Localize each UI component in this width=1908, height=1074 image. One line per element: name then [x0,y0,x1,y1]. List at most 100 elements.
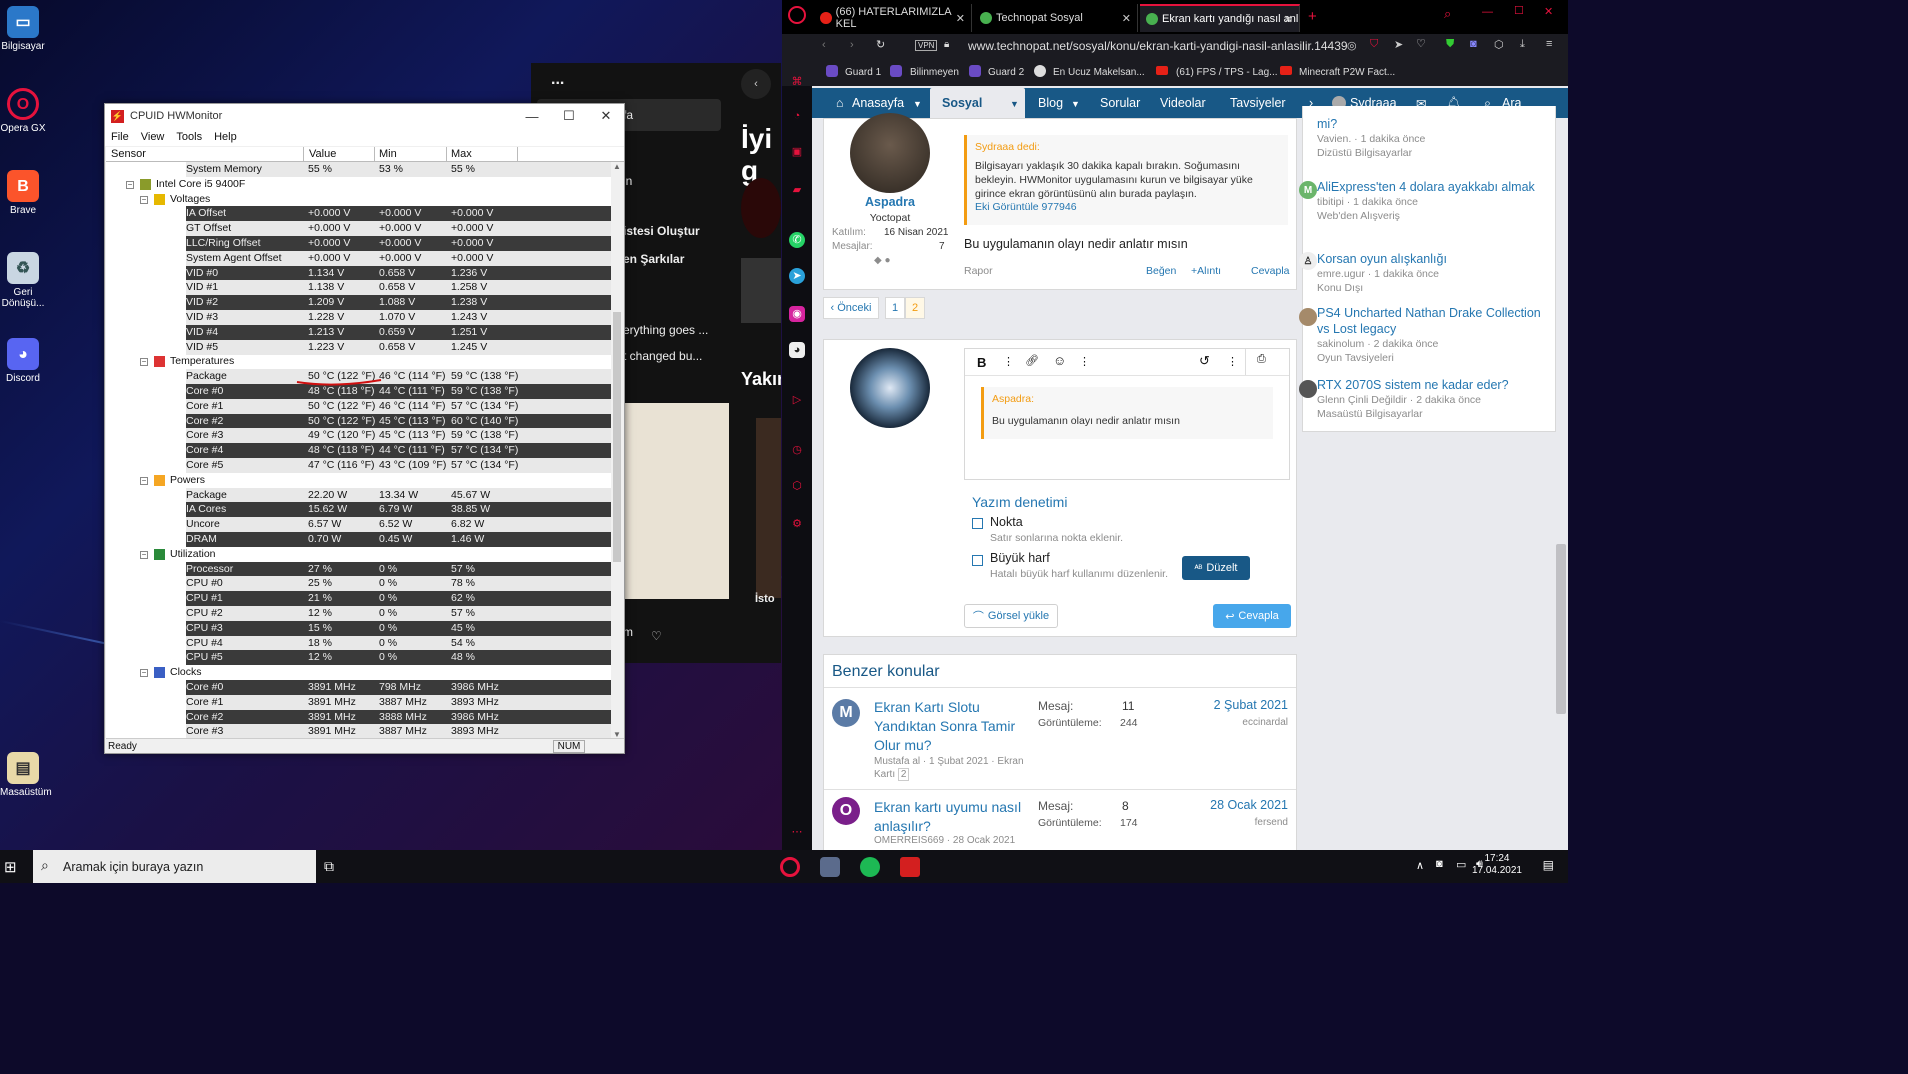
column-sensor[interactable]: Sensor [111,148,146,160]
maximize-button[interactable]: ☐ [550,104,588,128]
column-value[interactable]: Value [309,148,336,160]
sensor-row[interactable]: Core #1 50 °C (122 °F) 46 °C (114 °F) 57 °C… [106,398,612,414]
gamepad-tray-icon[interactable]: ◙ [1436,858,1443,870]
liked-songs-link[interactable]: en Şarkılar [623,252,684,266]
column-max[interactable]: Max [451,148,472,160]
system-clock[interactable]: 17:24 17.04.2021 [1472,853,1522,877]
sensor-row[interactable]: VID #1 1.138 V 0.658 V 1.258 V [106,280,612,296]
activity-forum[interactable]: Konu Dışı [1317,281,1547,295]
preview-icon[interactable]: ⎙ [1257,353,1266,366]
capitalize-label[interactable]: Büyük harf [990,551,1050,565]
sensor-row[interactable]: Core #5 47 °C (116 °F) 43 °C (109 °F) 57 °C… [106,458,612,473]
bookmark-item[interactable]: Guard 2 [988,67,1024,78]
activity-title[interactable]: PS4 Uncharted Nathan Drake Collection vs… [1317,305,1547,337]
sensor-row[interactable]: System Memory 55 % 53 % 55 % [106,162,612,177]
url-field[interactable]: www.technopat.net/sosyal/konu/ekran-kart… [968,39,1348,53]
tab-youtube[interactable]: (66) HATERLARIMIZLA KEL ✕ [814,4,972,32]
sensor-row[interactable]: Core #4 48 °C (118 °F) 44 °C (111 °F) 57 °C… [106,443,612,459]
windows-start-icon[interactable]: ⊞ [4,858,17,876]
download-icon[interactable]: ⤓ [1520,38,1525,51]
whatsapp-icon[interactable]: ✆ [789,232,805,248]
twitch-icon[interactable]: ▰ [789,182,805,198]
extension-icon[interactable]: ◙ [1470,38,1477,50]
sensor-row[interactable]: GT Offset +0.000 V +0.000 V +0.000 V [106,221,612,237]
opera-gx-taskbar-icon[interactable] [780,857,800,877]
task-view-icon[interactable]: ⧉ [324,858,334,875]
sensor-row[interactable]: Core #2 50 °C (122 °F) 45 °C (113 °F) 60 °C… [106,413,612,429]
gamepad-icon[interactable]: ⌘ [789,74,805,90]
activity-avatar[interactable] [1299,308,1317,326]
bag-icon[interactable]: ▣ [789,144,805,160]
nav-videolar[interactable]: Videolar [1160,96,1206,110]
sensor-group[interactable]: − Voltages [106,192,612,207]
activity-item[interactable]: Korsan oyun alışkanlığı emre.ugur · 1 da… [1317,251,1547,295]
quote-author[interactable]: Sydraaa dedi: [975,141,1280,153]
desktop-icon-recycle-bin[interactable]: ♻ Geri Dönüşü... [0,252,46,309]
speedometer-icon[interactable]: ◔ [789,108,805,124]
sensor-row[interactable]: Core #2 3891 MHz 3888 MHz 3986 MHz [106,709,612,725]
sensor-row[interactable]: Core #0 3891 MHz 798 MHz 3986 MHz [106,680,612,695]
more-options-icon[interactable]: ⋮ [1003,355,1014,368]
reload-icon[interactable]: ↻ [876,38,885,51]
collapse-icon[interactable]: − [140,550,148,559]
sensor-group[interactable]: − Clocks [106,665,612,680]
close-button[interactable]: ✕ [587,104,625,128]
bookmark-item[interactable]: Minecraft P2W Fact... [1299,67,1395,78]
show-hidden-icons-icon[interactable]: ∧ [1416,859,1424,872]
sensor-row[interactable]: System Agent Offset +0.000 V +0.000 V +0.00… [106,250,612,266]
sensor-row[interactable]: VID #0 1.134 V 0.658 V 1.236 V [106,265,612,281]
vpn-badge[interactable]: VPN [915,40,938,51]
vertical-scrollbar[interactable]: ▲ ▼ [611,162,623,739]
sensor-row[interactable]: IA Offset +0.000 V +0.000 V +0.000 V [106,206,612,222]
sensor-group[interactable]: − Temperatures [106,354,612,369]
period-checkbox[interactable] [972,518,983,529]
player-icon[interactable]: ▷ [789,392,805,408]
scrollbar-thumb[interactable] [613,312,621,562]
upload-image-button[interactable]: ⌒ Görsel yükle [964,604,1058,628]
close-tab-icon[interactable]: ✕ [956,12,965,25]
like-button[interactable]: Beğen [1146,265,1176,277]
link-icon[interactable]: 🔗︎ [1025,354,1039,367]
telegram-icon[interactable]: ➤ [789,268,805,284]
prev-page-link[interactable]: ‹ Önceki [823,297,879,319]
bookmark-item[interactable]: Bilinmeyen [910,67,959,78]
activity-avatar[interactable]: ♙ [1299,252,1317,270]
history-icon[interactable]: ◷ [789,442,805,458]
notifications-icon[interactable]: ▤ [1543,858,1554,872]
heart-icon[interactable]: ♡ [651,629,662,643]
submit-reply-button[interactable]: ↩ Cevapla [1213,604,1291,628]
thread-avatar[interactable]: O [832,797,860,825]
collapse-icon[interactable]: − [140,476,148,485]
search-tabs-icon[interactable]: ⌕ [1444,6,1451,22]
menu-tools[interactable]: Tools [176,131,202,143]
album-art[interactable] [625,403,729,599]
close-tab-icon[interactable]: ✕ [1122,12,1131,25]
sensor-row[interactable]: Core #3 3891 MHz 3887 MHz 3893 MHz [106,724,612,739]
collapse-icon[interactable]: − [140,669,148,678]
thread-title[interactable]: Ekran kartı uyumu nasıl anlaşılır? [874,798,1024,836]
activity-title[interactable]: mi? [1317,116,1547,132]
last-post-date[interactable]: 28 Ocak 2021 [1210,798,1288,812]
sensor-row[interactable]: CPU #1 21 % 0 % 62 % [106,591,612,607]
desktop-icon-computer[interactable]: ▭ Bilgisayar [0,6,46,52]
period-label[interactable]: Nokta [990,515,1023,529]
spotify-icon[interactable] [860,857,880,877]
sensor-row[interactable]: Package 22.20 W 13.34 W 45.67 W [106,487,612,503]
activity-item[interactable]: RTX 2070S sistem ne kadar eder? Glenn Çi… [1317,377,1547,421]
activity-avatar[interactable] [1299,380,1317,398]
instagram-icon[interactable]: ◉ [789,306,805,322]
sensor-row[interactable]: CPU #3 15 % 0 % 45 % [106,620,612,636]
undo-icon[interactable]: ↺ [1199,353,1210,369]
heart-icon[interactable]: ♡ [1416,37,1426,50]
sensor-row[interactable]: VID #5 1.223 V 0.658 V 1.245 V [106,339,612,355]
desktop-icon-folder[interactable]: ▤ Masaüstüm [0,752,52,798]
hwmonitor-taskbar-icon[interactable] [900,857,920,877]
settings-icon[interactable]: ⚙ [789,516,805,532]
capitalize-checkbox[interactable] [972,555,983,566]
sensor-tree[interactable]: System Memory 55 % 53 % 55 % − Intel Core i5 … [106,162,612,739]
opera-menu-icon[interactable] [788,6,806,24]
page-link-2-current[interactable]: 2 [905,297,925,319]
sensor-row[interactable]: DRAM 0.70 W 0.45 W 1.46 W [106,532,612,547]
page-badge[interactable]: 2 [897,768,910,781]
create-playlist-link[interactable]: istesi Oluştur [623,224,700,238]
